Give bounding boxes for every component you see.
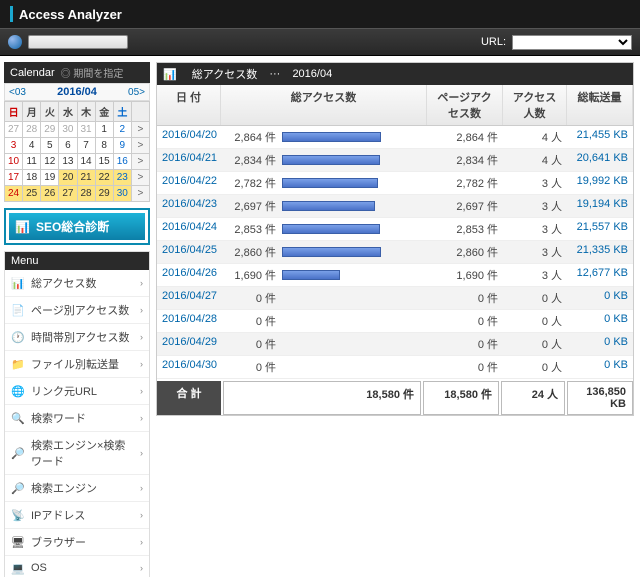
chart-period: 2016/04: [292, 68, 332, 80]
date-link[interactable]: 2016/04/30: [157, 356, 221, 378]
total-row: 合 計 18,580 件 18,580 件 24 人 136,850 KB: [157, 381, 633, 415]
chevron-right-icon: ›: [140, 305, 143, 315]
table-row: 2016/04/232,697 件2,697 件3 人19,194 KB: [157, 195, 633, 218]
chevron-right-icon: ›: [140, 537, 143, 547]
chart-title: 総アクセス数: [192, 66, 257, 82]
date-link[interactable]: 2016/04/25: [157, 241, 221, 263]
menu-item[interactable]: 💻OS›: [5, 556, 149, 577]
date-link[interactable]: 2016/04/23: [157, 195, 221, 217]
date-link[interactable]: 2016/04/21: [157, 149, 221, 171]
menu-panel: Menu 📊総アクセス数›📄ページ別アクセス数›🕐時間帯別アクセス数›📁ファイル…: [4, 251, 150, 577]
table-row: 2016/04/202,864 件2,864 件4 人21,455 KB: [157, 126, 633, 149]
menu-item[interactable]: 🔎検索エンジン›: [5, 475, 149, 502]
calendar-option[interactable]: ◎ 期間を指定: [61, 65, 124, 80]
calendar-table: 日月火水木金土 272829303112> 3456789> 101112131…: [4, 101, 150, 202]
menu-item[interactable]: 🕐時間帯別アクセス数›: [5, 324, 149, 351]
chevron-right-icon: ›: [140, 413, 143, 423]
menu-icon: 📊: [11, 276, 25, 290]
menu-item[interactable]: 📊総アクセス数›: [5, 270, 149, 297]
app-title: Access Analyzer: [19, 7, 122, 22]
title-accent: [10, 6, 13, 22]
chevron-right-icon: ›: [140, 332, 143, 342]
cal-month: 2016/04: [57, 86, 97, 98]
url-label: URL:: [481, 36, 506, 48]
menu-item[interactable]: 📁ファイル別転送量›: [5, 351, 149, 378]
chevron-right-icon: ›: [140, 563, 143, 573]
chevron-right-icon: ›: [140, 483, 143, 493]
menu-item[interactable]: 🔍検索ワード›: [5, 405, 149, 432]
date-link[interactable]: 2016/04/22: [157, 172, 221, 194]
cal-next[interactable]: 05>: [128, 87, 145, 98]
menu-item[interactable]: 🔎検索エンジン×検索ワード›: [5, 432, 149, 475]
table-row: 2016/04/280 件0 件0 人0 KB: [157, 310, 633, 333]
menu-icon: 🖥: [11, 535, 25, 549]
date-link[interactable]: 2016/04/24: [157, 218, 221, 240]
chart-panel: 📊 総アクセス数 ··· 2016/04 日 付 総アクセス数 ページアクセス数…: [156, 62, 634, 416]
table-row: 2016/04/300 件0 件0 人0 KB: [157, 356, 633, 379]
chevron-right-icon: ›: [140, 448, 143, 458]
bar-chart-icon: 📊: [163, 68, 177, 81]
menu-title: Menu: [5, 252, 149, 270]
url-select[interactable]: [512, 35, 632, 50]
table-row: 2016/04/261,690 件1,690 件3 人12,677 KB: [157, 264, 633, 287]
chart-icon: 📊: [15, 220, 30, 234]
calendar-panel: Calendar ◎ 期間を指定 <03 2016/04 05> 日月火水木金土 27…: [4, 62, 150, 202]
date-link[interactable]: 2016/04/26: [157, 264, 221, 286]
chevron-right-icon: ›: [140, 510, 143, 520]
top-toolbar: URL:: [0, 28, 640, 56]
date-link[interactable]: 2016/04/29: [157, 333, 221, 355]
menu-icon: 💻: [11, 561, 25, 575]
chevron-right-icon: ›: [140, 386, 143, 396]
menu-icon: 🔍: [11, 411, 25, 425]
menu-icon: 📁: [11, 357, 25, 371]
chevron-right-icon: ›: [140, 359, 143, 369]
chevron-right-icon: ›: [140, 278, 143, 288]
table-row: 2016/04/252,860 件2,860 件3 人21,335 KB: [157, 241, 633, 264]
titlebar: Access Analyzer: [0, 0, 640, 28]
cal-prev[interactable]: <03: [9, 87, 26, 98]
date-link[interactable]: 2016/04/20: [157, 126, 221, 148]
site-selector[interactable]: [28, 35, 128, 49]
table-row: 2016/04/290 件0 件0 人0 KB: [157, 333, 633, 356]
date-link[interactable]: 2016/04/27: [157, 287, 221, 309]
menu-icon: 📡: [11, 508, 25, 522]
date-link[interactable]: 2016/04/28: [157, 310, 221, 332]
menu-icon: 🔎: [11, 446, 25, 460]
calendar-title: Calendar: [10, 67, 55, 79]
menu-item[interactable]: 📄ページ別アクセス数›: [5, 297, 149, 324]
menu-icon: 🌐: [11, 384, 25, 398]
table-row: 2016/04/222,782 件2,782 件3 人19,992 KB: [157, 172, 633, 195]
menu-item[interactable]: 🖥ブラウザー›: [5, 529, 149, 556]
table-row: 2016/04/270 件0 件0 人0 KB: [157, 287, 633, 310]
seo-button[interactable]: 📊SEO総合診断: [4, 208, 150, 245]
menu-icon: 🕐: [11, 330, 25, 344]
globe-icon: [8, 35, 22, 49]
table-row: 2016/04/242,853 件2,853 件3 人21,557 KB: [157, 218, 633, 241]
grid-header: 日 付 総アクセス数 ページアクセス数 アクセス人数 総転送量: [157, 85, 633, 126]
menu-item[interactable]: 🌐リンク元URL›: [5, 378, 149, 405]
menu-item[interactable]: 📡IPアドレス›: [5, 502, 149, 529]
menu-icon: 🔎: [11, 481, 25, 495]
table-row: 2016/04/212,834 件2,834 件4 人20,641 KB: [157, 149, 633, 172]
menu-icon: 📄: [11, 303, 25, 317]
